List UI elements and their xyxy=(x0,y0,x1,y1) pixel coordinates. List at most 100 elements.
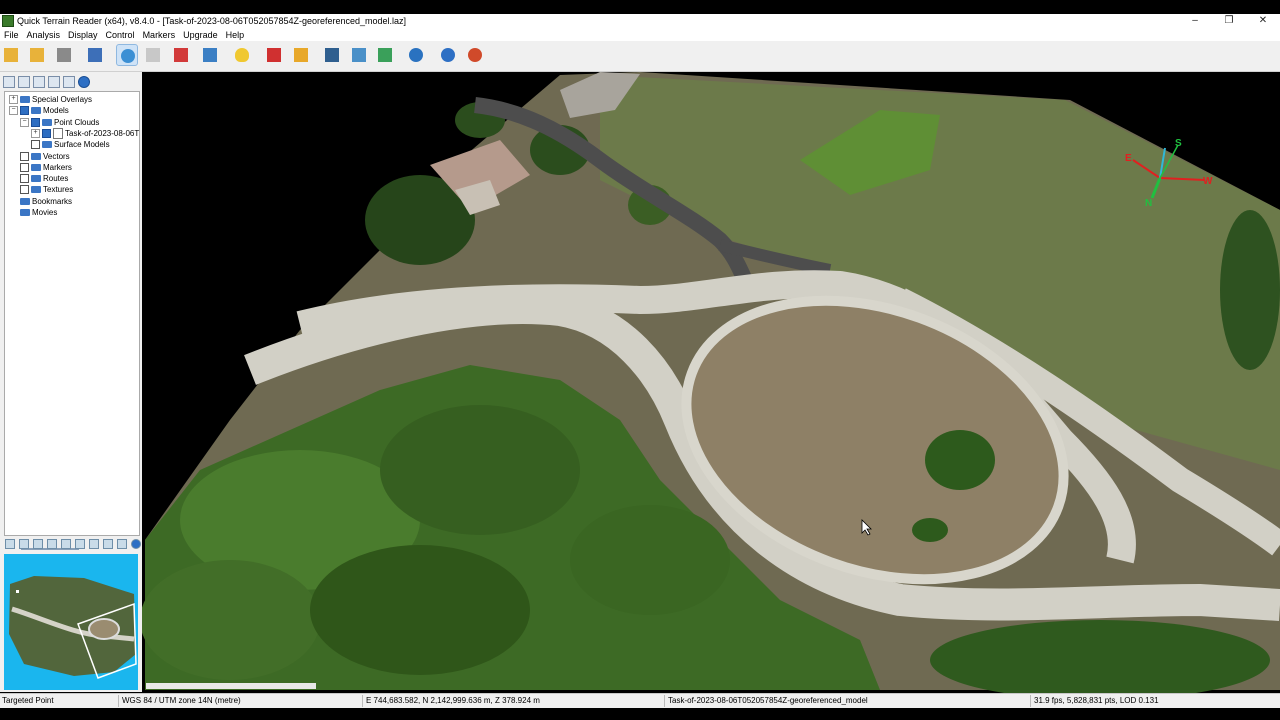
lightbulb-button[interactable] xyxy=(231,44,253,66)
tree-item-checkbox[interactable] xyxy=(31,117,40,127)
add-folder-icon xyxy=(30,48,44,62)
trash-button[interactable] xyxy=(53,44,75,66)
tree-item-checkbox[interactable] xyxy=(20,106,29,116)
elevation-arrows-icon xyxy=(378,48,392,62)
menu-markers[interactable]: Markers xyxy=(139,30,180,40)
grid-settings-button[interactable] xyxy=(348,44,370,66)
expand-toggle-icon[interactable]: − xyxy=(20,117,29,127)
tree-item[interactable]: Routes xyxy=(9,173,68,184)
expand-toggle-icon[interactable]: + xyxy=(31,128,40,138)
blank-document-icon xyxy=(146,48,160,62)
movie-camera-button[interactable] xyxy=(405,44,427,66)
tree-item-label: Bookmarks xyxy=(32,196,73,206)
layout-icon xyxy=(88,48,102,62)
tree-item[interactable]: Textures xyxy=(9,184,73,195)
folder-icon xyxy=(31,152,41,160)
chart-view-icon[interactable] xyxy=(18,76,30,88)
tree-item[interactable]: Markers xyxy=(9,162,72,173)
expand-toggle-icon[interactable]: + xyxy=(9,95,18,104)
minimap-export-icon[interactable] xyxy=(117,539,127,549)
tree-item-checkbox[interactable] xyxy=(20,185,29,195)
minimap-zoom-icon[interactable] xyxy=(5,539,15,549)
add-layer-icon[interactable] xyxy=(48,76,60,88)
zoom-extents-icon xyxy=(203,48,217,62)
zoom-extents-button[interactable] xyxy=(199,44,221,66)
status-divider xyxy=(118,695,119,707)
menu-upgrade[interactable]: Upgrade xyxy=(179,30,222,40)
minimap-grid-icon[interactable] xyxy=(61,539,71,549)
tree-item-label: Routes xyxy=(43,174,69,184)
folder-icon xyxy=(31,175,41,183)
color-palette-button[interactable] xyxy=(170,44,192,66)
folder-icon xyxy=(31,186,41,194)
tree-item[interactable]: Bookmarks xyxy=(9,196,72,207)
tree-item-label: Task-of-2023-08-06T xyxy=(65,128,140,138)
tree-view-icon[interactable] xyxy=(3,76,15,88)
tree-item-checkbox[interactable] xyxy=(20,151,29,161)
tree-item-label: Markers xyxy=(43,162,72,172)
minimap-toolbar xyxy=(5,539,141,551)
minimap-pan-icon[interactable] xyxy=(19,539,29,549)
minimap-help-icon[interactable] xyxy=(131,539,141,549)
tree-item-label: Models xyxy=(43,106,69,116)
tree-item[interactable]: − Models xyxy=(9,105,69,116)
tree-item[interactable]: Movies xyxy=(9,207,57,218)
terrain-3d-view[interactable]: E W S N xyxy=(0,0,1280,720)
tree-item-checkbox[interactable] xyxy=(42,128,51,138)
expand-toggle-icon[interactable]: − xyxy=(9,106,18,116)
minimap-color-icon[interactable] xyxy=(47,539,57,549)
minimap-oval xyxy=(88,618,120,640)
profile-chart-button[interactable] xyxy=(321,44,343,66)
tree-item[interactable]: + Special Overlays xyxy=(9,94,92,105)
open-folder-button[interactable] xyxy=(0,44,22,66)
overview-minimap[interactable] xyxy=(4,554,138,690)
status-model-name: Task-of-2023-08-06T052057854Z-georeferen… xyxy=(668,696,868,705)
globe-navigate-icon xyxy=(121,49,135,63)
exit-button[interactable] xyxy=(464,44,486,66)
tree-item-checkbox[interactable] xyxy=(20,174,29,184)
window-title: Quick Terrain Reader (x64), v8.4.0 - [Ta… xyxy=(17,16,407,26)
tree-item[interactable]: − Point Clouds xyxy=(20,117,99,128)
minimap-layer-icon[interactable] xyxy=(33,539,43,549)
compass-w-label: W xyxy=(1203,176,1213,187)
tree-item[interactable]: Vectors xyxy=(9,151,70,162)
forest-canopy xyxy=(140,560,320,680)
add-folder-button[interactable] xyxy=(26,44,48,66)
remove-layer-icon[interactable] xyxy=(63,76,75,88)
menu-help[interactable]: Help xyxy=(222,30,249,40)
elevation-arrows-button[interactable] xyxy=(374,44,396,66)
properties-icon[interactable] xyxy=(33,76,45,88)
triangle-ruler-button[interactable] xyxy=(290,44,312,66)
layout-button[interactable] xyxy=(84,44,106,66)
close-window-button[interactable]: ✕ xyxy=(1246,14,1280,28)
compass-n-label: N xyxy=(1145,198,1152,209)
blank-document-button[interactable] xyxy=(142,44,164,66)
tree-item-label: Surface Models xyxy=(54,140,110,150)
status-coordinates: E 744,683.582, N 2,142,999.636 m, Z 378.… xyxy=(366,696,540,705)
movie-camera-icon xyxy=(409,48,423,62)
menu-analysis[interactable]: Analysis xyxy=(23,30,65,40)
help-button[interactable] xyxy=(437,44,459,66)
minimize-button[interactable]: – xyxy=(1178,14,1212,28)
profile-chart-icon xyxy=(325,48,339,62)
folder-icon xyxy=(42,141,52,149)
tree-item-checkbox[interactable] xyxy=(20,162,29,172)
maximize-button[interactable]: ❐ xyxy=(1212,14,1246,28)
marker-pin-button[interactable] xyxy=(263,44,285,66)
folder-icon xyxy=(31,163,41,171)
tree-item[interactable]: + Task-of-2023-08-06T xyxy=(31,127,140,139)
view-progress-strip xyxy=(146,683,316,689)
menu-control[interactable]: Control xyxy=(102,30,139,40)
minimap-select-icon[interactable] xyxy=(75,539,85,549)
minimap-settings-icon[interactable] xyxy=(103,539,113,549)
tree-help-icon[interactable] xyxy=(78,76,90,88)
menu-file[interactable]: File xyxy=(0,30,23,40)
menu-display[interactable]: Display xyxy=(64,30,102,40)
tree-toolbar xyxy=(3,76,90,90)
globe-navigate-button[interactable] xyxy=(116,44,138,66)
trash-icon xyxy=(57,48,71,62)
tree-item[interactable]: Surface Models xyxy=(20,139,110,150)
tree-item-checkbox[interactable] xyxy=(31,140,40,150)
color-palette-icon xyxy=(174,48,188,62)
minimap-fit-icon[interactable] xyxy=(89,539,99,549)
